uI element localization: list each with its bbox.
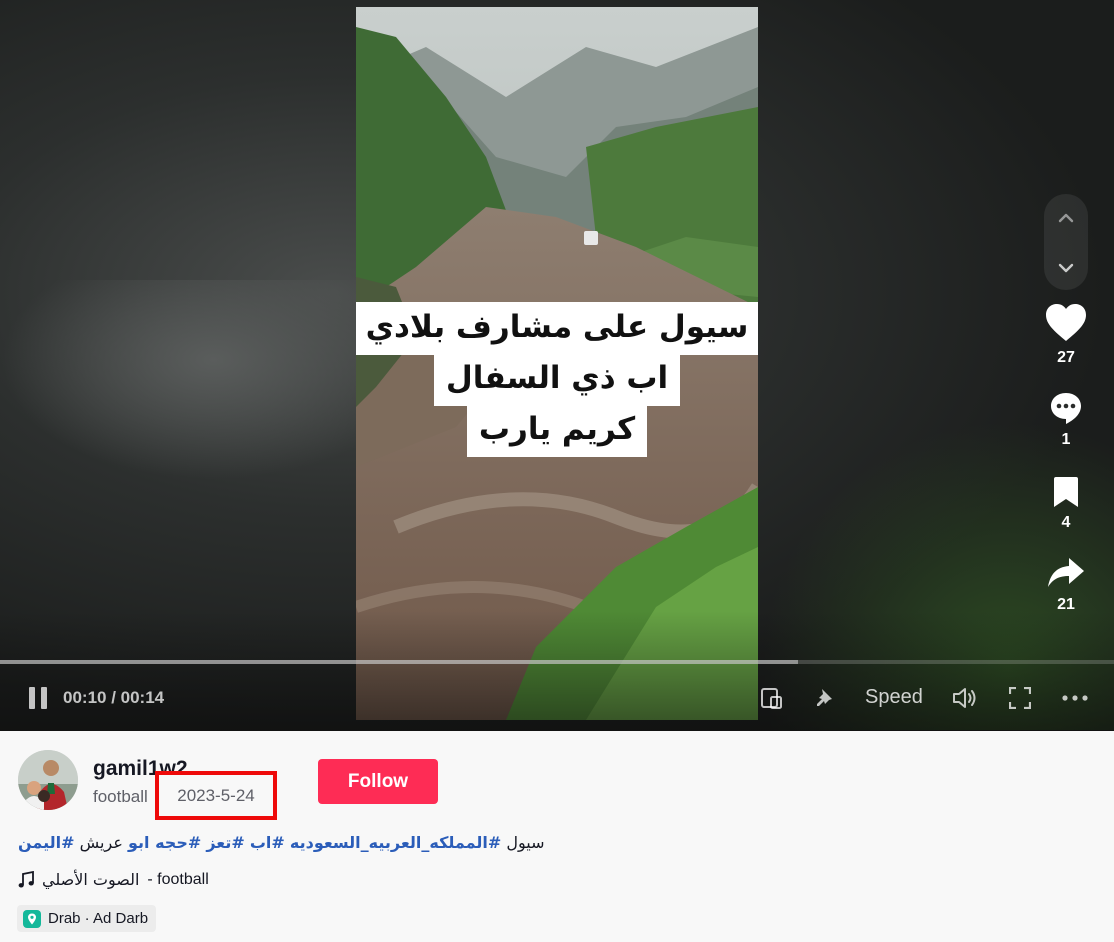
hashtag[interactable]: #حجه ابو bbox=[128, 833, 201, 852]
video-caption: سيول على مشارف بلادي اب ذي السفال كريم ي… bbox=[356, 302, 758, 457]
previous-video-button[interactable] bbox=[1044, 196, 1088, 240]
caption-line-1: سيول على مشارف بلادي bbox=[356, 302, 758, 355]
hashtag[interactable]: #اليمن bbox=[18, 833, 75, 852]
more-options-button[interactable] bbox=[1060, 686, 1090, 710]
follow-button[interactable]: Follow bbox=[318, 759, 438, 804]
more-icon bbox=[1062, 695, 1088, 701]
music-suffix: - football bbox=[147, 870, 209, 888]
share-button[interactable]: 21 bbox=[1040, 556, 1092, 614]
comment-count: 1 bbox=[1061, 431, 1071, 448]
music-link[interactable]: الصوت الأصلي - football bbox=[18, 870, 209, 889]
video-navigation bbox=[1044, 194, 1088, 290]
description-word: عريش bbox=[79, 833, 123, 852]
chevron-down-icon bbox=[1058, 263, 1074, 273]
share-count: 21 bbox=[1057, 596, 1075, 613]
post-date: 2023-5-24 bbox=[177, 785, 255, 805]
speed-button[interactable]: Speed bbox=[865, 686, 923, 709]
music-note-icon bbox=[18, 870, 34, 887]
video-info: gamil1w2 football 2023-5-24 Follow سيول … bbox=[0, 731, 1114, 942]
caption-line-2: اب ذي السفال bbox=[433, 353, 681, 406]
avatar-image bbox=[18, 750, 78, 810]
pin-button[interactable] bbox=[812, 685, 838, 711]
progress-bar[interactable] bbox=[0, 660, 1114, 664]
like-count: 27 bbox=[1057, 349, 1075, 366]
bookmark-icon bbox=[1054, 477, 1078, 507]
video-player[interactable]: سيول على مشارف بلادي اب ذي السفال كريم ي… bbox=[0, 0, 1114, 731]
save-button[interactable]: 4 bbox=[1040, 476, 1092, 532]
floating-player-icon bbox=[761, 688, 782, 709]
share-icon bbox=[1048, 558, 1084, 587]
heart-icon bbox=[1046, 304, 1086, 341]
music-title: الصوت الأصلي bbox=[42, 870, 140, 889]
location-label: Drab · Ad Darb bbox=[48, 910, 149, 927]
pause-button[interactable] bbox=[26, 686, 50, 710]
author-nickname-line: football bbox=[93, 787, 148, 807]
time-display: 00:10 / 00:14 bbox=[63, 688, 165, 707]
fullscreen-button[interactable] bbox=[1008, 686, 1032, 710]
next-video-button[interactable] bbox=[1044, 246, 1088, 290]
location-pin-icon bbox=[23, 909, 41, 928]
chevron-up-icon bbox=[1058, 213, 1074, 223]
hashtag[interactable]: #المملكه_العربيه_السعوديه bbox=[290, 833, 501, 852]
comment-icon bbox=[1051, 393, 1081, 424]
pin-icon bbox=[817, 689, 832, 706]
volume-icon bbox=[953, 688, 976, 708]
author-nickname[interactable]: football bbox=[93, 787, 148, 807]
control-bar: 00:10 / 00:14 Speed bbox=[0, 676, 1114, 720]
video-frame[interactable]: سيول على مشارف بلادي اب ذي السفال كريم ي… bbox=[356, 7, 758, 720]
save-count: 4 bbox=[1061, 514, 1071, 531]
like-button[interactable]: 27 bbox=[1040, 303, 1092, 367]
caption-line-3: كريم يارب bbox=[466, 404, 648, 457]
video-description: سيول #المملكه_العربيه_السعوديه #اب #تعز … bbox=[18, 833, 545, 852]
post-date-highlight: 2023-5-24 bbox=[155, 771, 277, 820]
location-tag[interactable]: Drab · Ad Darb bbox=[17, 905, 157, 932]
description-text: سيول bbox=[506, 833, 545, 852]
hashtag[interactable]: #تعز bbox=[206, 833, 244, 852]
comment-button[interactable]: 1 bbox=[1040, 391, 1092, 449]
hashtag[interactable]: #اب bbox=[250, 833, 285, 852]
progress-fill bbox=[0, 660, 798, 664]
floating-player-button[interactable] bbox=[758, 685, 784, 711]
avatar[interactable] bbox=[18, 750, 78, 810]
volume-button[interactable] bbox=[952, 685, 980, 711]
pause-icon bbox=[29, 687, 47, 709]
fullscreen-icon bbox=[1009, 687, 1031, 709]
blurred-background bbox=[0, 280, 356, 480]
